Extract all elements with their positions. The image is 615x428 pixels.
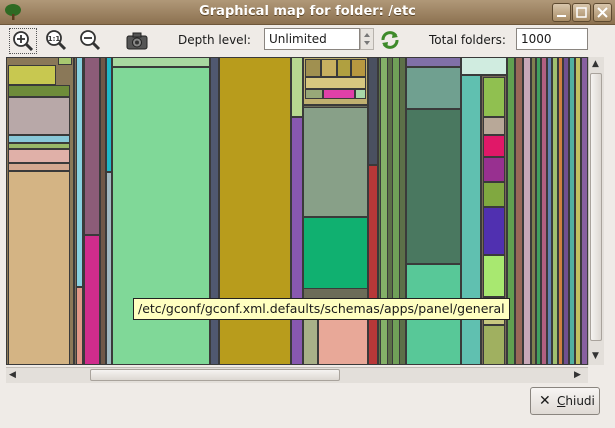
camera-icon bbox=[126, 32, 148, 50]
treemap-block[interactable] bbox=[483, 255, 505, 297]
treemap-block[interactable] bbox=[483, 157, 505, 182]
zoom-out-icon bbox=[80, 30, 101, 51]
treemap-block[interactable] bbox=[581, 57, 588, 365]
treemap-block[interactable] bbox=[8, 135, 70, 143]
treemap-block[interactable] bbox=[368, 165, 378, 365]
treemap-block[interactable] bbox=[8, 171, 70, 365]
depth-level-label: Depth level: bbox=[178, 33, 251, 47]
treemap-block[interactable] bbox=[355, 89, 366, 99]
treemap-block[interactable] bbox=[483, 325, 505, 365]
total-folders-input[interactable]: 1000 bbox=[516, 28, 588, 50]
treemap-block[interactable] bbox=[337, 59, 351, 77]
treemap-block[interactable] bbox=[406, 67, 461, 109]
treemap-block[interactable] bbox=[351, 59, 366, 77]
scroll-left-icon[interactable]: ◀ bbox=[9, 370, 16, 380]
treemap-block[interactable] bbox=[8, 65, 56, 85]
treemap-block[interactable] bbox=[76, 287, 83, 365]
depth-level-input[interactable]: Unlimited bbox=[264, 28, 360, 50]
title-bar[interactable]: Graphical map for folder: /etc bbox=[0, 0, 615, 25]
treemap-block[interactable] bbox=[523, 57, 531, 365]
zoom-100-glyph: 1:1 bbox=[48, 35, 61, 43]
treemap-block[interactable] bbox=[483, 182, 505, 207]
maximize-button[interactable] bbox=[572, 3, 591, 22]
folder-treemap[interactable]: /etc/gconf/gconf.xml.defaults/schemas/ap… bbox=[6, 57, 588, 365]
treemap-block[interactable] bbox=[305, 89, 323, 99]
vertical-scroll-thumb[interactable] bbox=[590, 73, 602, 341]
maximize-icon bbox=[576, 7, 587, 18]
treemap-block[interactable] bbox=[305, 77, 366, 89]
minimize-icon bbox=[557, 15, 566, 17]
treemap-block[interactable] bbox=[8, 163, 70, 171]
treemap-block[interactable] bbox=[368, 57, 378, 165]
treemap-block[interactable] bbox=[8, 85, 70, 97]
close-icon bbox=[597, 7, 608, 18]
treemap-block[interactable] bbox=[303, 107, 368, 217]
refresh-button[interactable] bbox=[377, 28, 405, 54]
treemap-block[interactable] bbox=[84, 57, 100, 235]
treemap-block[interactable] bbox=[321, 59, 337, 77]
treemap-block[interactable] bbox=[406, 57, 461, 67]
treemap-block[interactable] bbox=[112, 57, 210, 67]
treemap-block[interactable] bbox=[8, 97, 70, 135]
zoom-in-icon bbox=[13, 31, 34, 52]
treemap-block[interactable] bbox=[8, 149, 70, 163]
spin-arrows-icon bbox=[364, 33, 370, 45]
treemap-block[interactable] bbox=[291, 57, 303, 117]
vertical-scrollbar[interactable]: ▲ ▼ bbox=[588, 57, 604, 365]
treemap-block[interactable] bbox=[112, 67, 210, 365]
close-x-icon: ✕ bbox=[539, 393, 551, 409]
minimize-button[interactable] bbox=[552, 3, 571, 22]
horizontal-scrollbar[interactable]: ◀ ▶ bbox=[6, 367, 588, 383]
folder-tooltip: /etc/gconf/gconf.xml.defaults/schemas/ap… bbox=[133, 298, 510, 320]
zoom-100-icon: 1:1 bbox=[46, 30, 67, 51]
treemap-block[interactable] bbox=[291, 117, 303, 365]
zoom-in-button[interactable] bbox=[9, 28, 37, 54]
scroll-right-icon[interactable]: ▶ bbox=[574, 370, 581, 380]
treemap-block[interactable] bbox=[483, 117, 505, 135]
treemap-block[interactable] bbox=[76, 57, 83, 287]
zoom-out-button[interactable] bbox=[77, 28, 105, 54]
toolbar: 1:1 Depth level: Unlimited Total folders… bbox=[0, 25, 615, 57]
treemap-block[interactable] bbox=[303, 217, 368, 289]
treemap-block[interactable] bbox=[483, 207, 505, 255]
scroll-up-icon[interactable]: ▲ bbox=[592, 59, 599, 69]
close-button-label: Chiudi bbox=[557, 394, 595, 408]
treemap-block[interactable] bbox=[406, 109, 461, 264]
treemap-block[interactable] bbox=[323, 89, 355, 99]
zoom-100-button[interactable]: 1:1 bbox=[43, 28, 71, 54]
close-button[interactable]: ✕ Chiudi bbox=[530, 387, 600, 415]
treemap-block[interactable] bbox=[483, 135, 505, 157]
refresh-icon bbox=[381, 31, 399, 49]
treemap-block[interactable] bbox=[58, 57, 72, 65]
close-window-button[interactable] bbox=[593, 3, 612, 22]
treemap-block[interactable] bbox=[461, 75, 481, 365]
total-folders-label: Total folders: bbox=[429, 33, 506, 47]
horizontal-scroll-thumb[interactable] bbox=[90, 369, 340, 381]
treemap-block[interactable] bbox=[305, 59, 321, 77]
treemap-block[interactable] bbox=[461, 57, 507, 75]
treemap-block[interactable] bbox=[515, 57, 523, 365]
depth-level-spinner[interactable] bbox=[360, 28, 374, 50]
scroll-down-icon[interactable]: ▼ bbox=[592, 351, 599, 361]
screenshot-button[interactable] bbox=[124, 28, 152, 54]
treemap-block[interactable] bbox=[84, 235, 100, 365]
treemap-block[interactable] bbox=[483, 77, 505, 117]
window-title: Graphical map for folder: /etc bbox=[199, 4, 416, 19]
